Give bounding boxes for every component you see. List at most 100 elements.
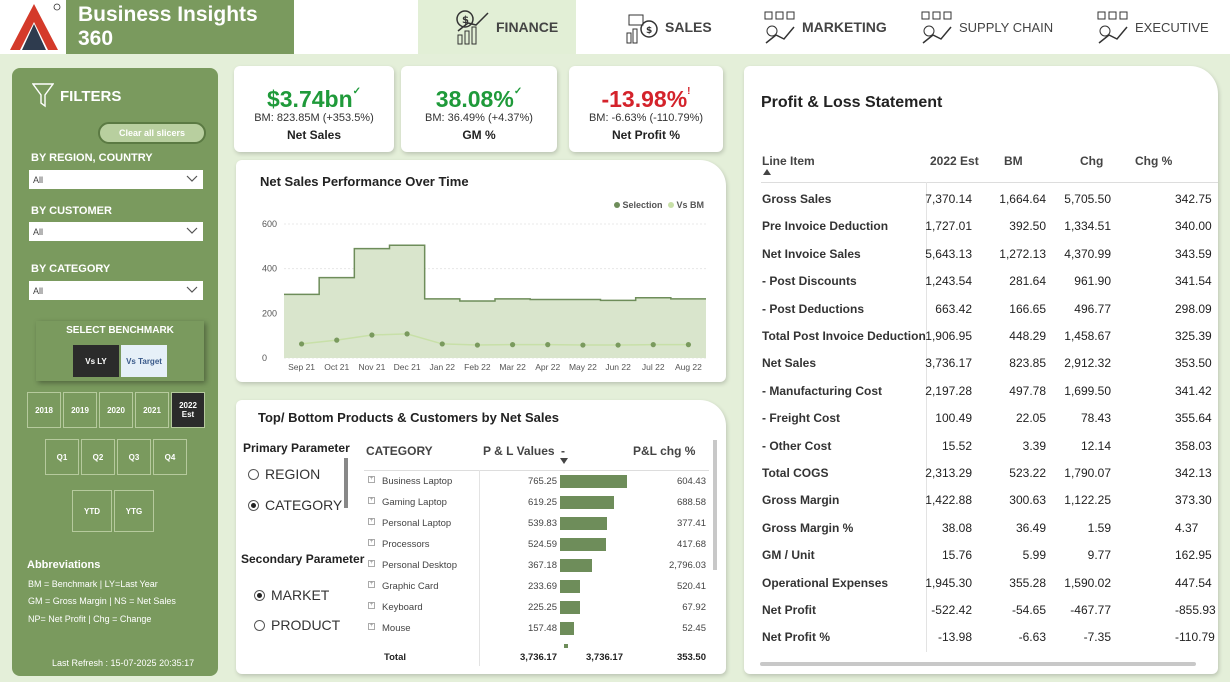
- pl-value-cell: 539.83: [527, 518, 557, 529]
- radio-market[interactable]: MARKET: [254, 587, 329, 603]
- quarter-q4-button[interactable]: Q4: [153, 439, 187, 475]
- expand-icon[interactable]: +: [368, 518, 375, 525]
- table-row[interactable]: GM / Unit 15.76 5.99 9.77 162.95: [761, 542, 1218, 569]
- category-cell: Graphic Card: [382, 581, 439, 592]
- ytg-button[interactable]: YTG: [114, 490, 154, 532]
- chg-cell: 1,590.02: [1064, 575, 1111, 590]
- bm-cell: 3.39: [1022, 438, 1046, 453]
- year-2020-button[interactable]: 2020: [99, 392, 133, 428]
- chg-cell: 9.77: [1087, 548, 1111, 563]
- bench-target-button[interactable]: Vs Target: [121, 345, 167, 377]
- bm-cell: 1,664.64: [999, 192, 1046, 206]
- expand-icon[interactable]: +: [368, 539, 375, 546]
- radio-region[interactable]: REGION: [248, 466, 320, 482]
- region-dropdown[interactable]: All: [29, 170, 203, 189]
- expand-icon[interactable]: +: [368, 581, 375, 588]
- svg-text:$: $: [646, 26, 652, 36]
- table-row[interactable]: Pre Invoice Deduction 1,727.01 392.50 1,334…: [761, 213, 1218, 240]
- scrollbar[interactable]: [713, 440, 717, 570]
- table-row[interactable]: Operational Expenses 1,945.30 355.28 1,590.…: [761, 570, 1218, 597]
- tab-sales-label: SALES: [665, 19, 712, 35]
- bm-cell: 355.28: [1009, 575, 1046, 590]
- quarter-q3-button[interactable]: Q3: [117, 439, 151, 475]
- x-tick-label: Feb 22: [464, 362, 491, 372]
- ytd-button[interactable]: YTD: [72, 490, 112, 532]
- pnl-col-chg[interactable]: Chg: [1080, 154, 1103, 168]
- kpi-net-profit-value: -13.98%!: [569, 86, 723, 113]
- table-row[interactable]: Net Invoice Sales 5,643.13 1,272.13 4,370.9…: [761, 241, 1218, 268]
- sort-asc-icon[interactable]: [763, 169, 771, 175]
- expand-icon[interactable]: +: [368, 560, 375, 567]
- col-pl-values[interactable]: P & L Values: [483, 444, 555, 458]
- chg-cell: -7.35: [1083, 630, 1111, 645]
- chg-pct-cell: 447.54: [1175, 575, 1212, 590]
- table-row[interactable]: Net Profit % -13.98 -6.63 -7.35 -110.79: [761, 624, 1218, 651]
- quarter-q2-button[interactable]: Q2: [81, 439, 115, 475]
- pnl-col-bm[interactable]: BM: [1004, 154, 1023, 168]
- table-row[interactable]: Gross Margin % 38.08 36.49 1.59 4.37: [761, 515, 1218, 542]
- table-row[interactable]: - Other Cost 15.52 3.39 12.14 358.03: [761, 433, 1218, 460]
- category-dropdown[interactable]: All: [29, 281, 203, 300]
- radio-category[interactable]: CATEGORY: [248, 497, 342, 513]
- tab-sales[interactable]: $ SALES: [625, 0, 712, 54]
- table-row[interactable]: Gross Sales 7,370.14 1,664.64 5,705.50 342.7…: [761, 186, 1218, 213]
- table-row[interactable]: Total Post Invoice Deduction 1,906.95 448.…: [761, 323, 1218, 350]
- col-chg[interactable]: P&L chg %: [633, 444, 695, 458]
- table-row[interactable]: - Post Discounts 1,243.54 281.64 961.90 341.…: [761, 268, 1218, 295]
- table-row[interactable]: + Graphic Card 233.69 520.41: [364, 576, 709, 597]
- col-category[interactable]: CATEGORY: [366, 444, 433, 458]
- tab-marketing[interactable]: MARKETING: [762, 0, 887, 54]
- table-row[interactable]: Net Profit -522.42 -54.65 -467.77 -855.93: [761, 597, 1218, 624]
- pnl-col-line-item[interactable]: Line Item: [762, 154, 815, 168]
- customer-dropdown[interactable]: All: [29, 222, 203, 241]
- table-row[interactable]: + Personal Laptop 539.83 377.41: [364, 513, 709, 534]
- expand-icon[interactable]: +: [368, 623, 375, 630]
- table-row[interactable]: + Keyboard 225.25 67.92: [364, 597, 709, 618]
- table-row[interactable]: - Post Deductions 663.42 166.65 496.77 298.0…: [761, 296, 1218, 323]
- x-tick-label: Jul 22: [642, 362, 665, 372]
- table-row[interactable]: Total COGS 2,313.29 523.22 1,790.07 342.13: [761, 460, 1218, 487]
- abbreviation-line: NP= Net Profit | Chg = Change: [28, 614, 152, 624]
- year-2022-est-button[interactable]: 2022 Est: [171, 392, 205, 428]
- tab-supply-chain[interactable]: SUPPLY CHAIN: [919, 0, 1053, 54]
- pnl-col-est[interactable]: 2022 Est: [930, 154, 979, 168]
- kpi-value-text: 38.08%: [435, 86, 514, 112]
- table-row[interactable]: + Personal Desktop 367.18 2,796.03: [364, 555, 709, 576]
- sort-desc-icon[interactable]: [560, 458, 568, 464]
- expand-icon[interactable]: +: [368, 476, 375, 483]
- expand-icon[interactable]: +: [368, 602, 375, 609]
- col-sort[interactable]: -: [561, 444, 565, 458]
- table-row[interactable]: + Processors 524.59 417.68: [364, 534, 709, 555]
- marketing-icon: [764, 11, 795, 44]
- table-row[interactable]: + Gaming Laptop 619.25 688.58: [364, 492, 709, 513]
- year-2019-button[interactable]: 2019: [63, 392, 97, 428]
- chg-cell: 4,370.99: [1064, 246, 1111, 261]
- bm-cell: 392.50: [1009, 219, 1046, 234]
- table-row[interactable]: - Manufacturing Cost 2,197.28 497.78 1,699.…: [761, 378, 1218, 405]
- table-row[interactable]: - Freight Cost 100.49 22.05 78.43 355.64: [761, 405, 1218, 432]
- horizontal-scrollbar[interactable]: [760, 662, 1196, 666]
- radio-product-label: PRODUCT: [271, 617, 341, 633]
- year-2018-button[interactable]: 2018: [27, 392, 61, 428]
- table-row[interactable]: + Business Laptop 765.25 604.43: [364, 471, 709, 492]
- table-row[interactable]: Gross Margin 1,422.88 300.63 1,122.25 373.30: [761, 487, 1218, 514]
- pl-bar: [560, 496, 615, 509]
- chg-pct-cell: 341.42: [1175, 383, 1212, 398]
- top-bottom-card: Top/ Bottom Products & Customers by Net …: [236, 400, 726, 674]
- table-row[interactable]: + Mouse 157.48 52.45: [364, 618, 709, 639]
- pnl-col-chg-pct[interactable]: Chg %: [1135, 154, 1172, 168]
- clear-slicers-button[interactable]: Clear all slicers: [98, 122, 206, 144]
- tab-finance[interactable]: $ FINANCE: [418, 0, 576, 54]
- chg-pct-cell: 358.03: [1175, 438, 1212, 453]
- table-row[interactable]: Net Sales 3,736.17 823.85 2,912.32 353.50: [761, 350, 1218, 377]
- radio-button: [254, 619, 265, 631]
- quarter-q1-button[interactable]: Q1: [45, 439, 79, 475]
- tab-executive[interactable]: EXECUTIVE: [1095, 0, 1209, 54]
- scrollbar[interactable]: [344, 458, 348, 508]
- expand-icon[interactable]: +: [368, 497, 375, 504]
- radio-product[interactable]: PRODUCT: [254, 617, 340, 633]
- bench-ly-button[interactable]: Vs LY: [73, 345, 119, 377]
- est-cell: 7,370.14: [925, 192, 972, 206]
- chg-pct-cell: 342.13: [1175, 466, 1212, 480]
- year-2021-button[interactable]: 2021: [135, 392, 169, 428]
